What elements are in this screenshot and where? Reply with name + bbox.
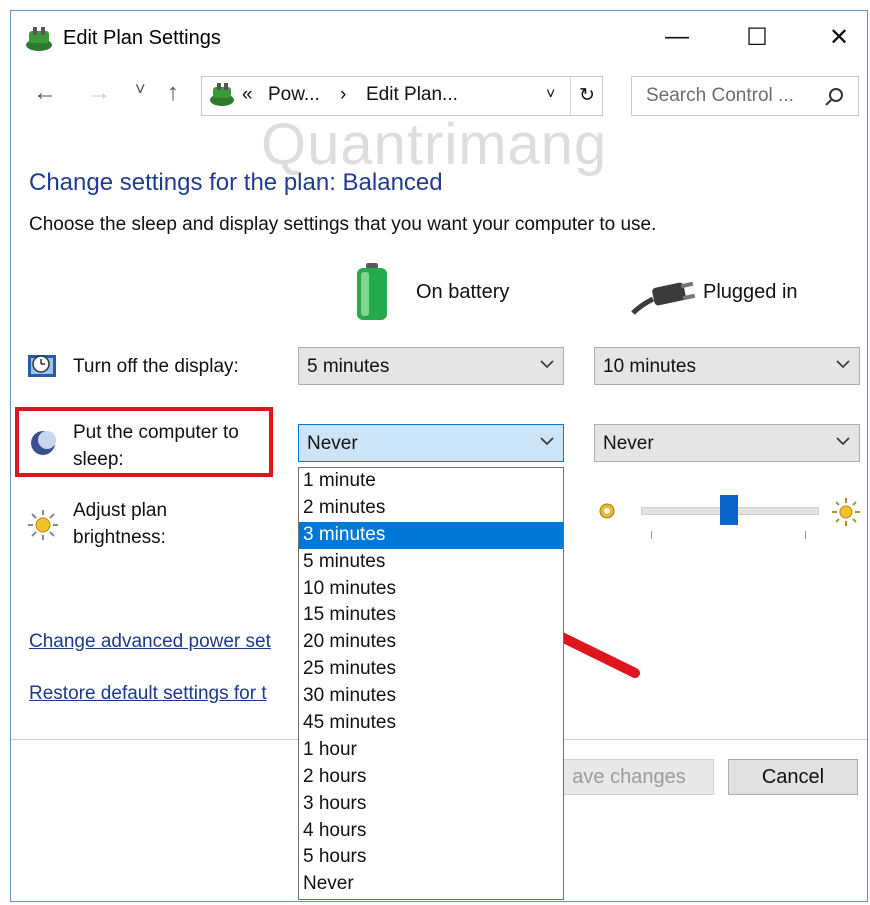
- sleep-timeout-dropdown-list[interactable]: 1 minute 2 minutes 3 minutes 5 minutes 10 mi…: [298, 467, 564, 900]
- dropdown-option[interactable]: 1 hour: [299, 737, 563, 764]
- edit-plan-settings-window: Edit Plan Settings — ☐ ✕ ← → ˅ ↑ « Pow..…: [10, 10, 868, 902]
- advanced-power-settings-link[interactable]: Change advanced power set: [29, 631, 271, 653]
- close-button[interactable]: ✕: [817, 15, 861, 59]
- sleep-battery-select[interactable]: Never: [298, 424, 564, 462]
- refresh-icon[interactable]: ↻: [579, 84, 595, 107]
- dropdown-option[interactable]: Never: [299, 871, 563, 898]
- display-plugged-value: 10 minutes: [603, 356, 696, 377]
- brightness-slider-thumb[interactable]: [720, 495, 738, 525]
- up-button[interactable]: ↑: [167, 79, 179, 107]
- page-heading: Change settings for the plan: Balanced: [29, 169, 443, 196]
- address-dropdown-chevron-icon[interactable]: ˅: [546, 86, 555, 104]
- address-overflow-icon[interactable]: «: [242, 84, 253, 106]
- power-plug-icon: [631, 281, 695, 315]
- maximize-button[interactable]: ☐: [735, 15, 779, 59]
- brightness-high-icon: [832, 498, 860, 526]
- dropdown-option[interactable]: 1 minute: [299, 468, 563, 495]
- dropdown-option[interactable]: 5 minutes: [299, 549, 563, 576]
- search-input[interactable]: Search Control ...: [646, 85, 794, 107]
- dropdown-option[interactable]: 45 minutes: [299, 710, 563, 737]
- sleep-moon-icon: [31, 431, 56, 455]
- turn-off-display-label: Turn off the display:: [73, 356, 239, 377]
- save-changes-button[interactable]: ave changes: [544, 759, 714, 795]
- brightness-low-icon: [599, 503, 615, 519]
- dropdown-option[interactable]: 5 hours: [299, 844, 563, 871]
- dropdown-option[interactable]: 4 hours: [299, 818, 563, 845]
- brightness-label-line1: Adjust plan: [73, 500, 168, 521]
- dropdown-option[interactable]: 30 minutes: [299, 683, 563, 710]
- dropdown-option[interactable]: 15 minutes: [299, 602, 563, 629]
- recent-locations-chevron-icon[interactable]: ˅: [135, 79, 146, 100]
- window-title: Edit Plan Settings: [63, 27, 221, 49]
- minimize-button[interactable]: —: [655, 15, 699, 59]
- brightness-label-line2: brightness:: [73, 527, 166, 548]
- slider-tick: [805, 531, 806, 539]
- dropdown-option[interactable]: 2 minutes: [299, 495, 563, 522]
- cancel-button[interactable]: Cancel: [728, 759, 858, 795]
- display-battery-value: 5 minutes: [307, 356, 390, 377]
- forward-button[interactable]: →: [87, 79, 111, 107]
- dropdown-option[interactable]: 3 hours: [299, 791, 563, 818]
- restore-defaults-link[interactable]: Restore default settings for t: [29, 683, 267, 705]
- display-plugged-select[interactable]: 10 minutes: [594, 347, 860, 385]
- address-divider: [570, 77, 571, 115]
- sleep-label-line1: Put the computer to: [73, 422, 239, 443]
- sleep-plugged-value: Never: [603, 433, 654, 454]
- search-icon[interactable]: [824, 87, 844, 107]
- dropdown-option[interactable]: 10 minutes: [299, 576, 563, 603]
- search-box[interactable]: Search Control ...: [631, 76, 859, 116]
- dropdown-option[interactable]: 20 minutes: [299, 629, 563, 656]
- chevron-down-icon: [540, 437, 554, 446]
- plugged-in-label: Plugged in: [703, 281, 798, 303]
- dropdown-option[interactable]: 2 hours: [299, 764, 563, 791]
- slider-tick: [651, 531, 652, 539]
- chevron-down-icon: [836, 437, 850, 446]
- breadcrumb-edit-plan[interactable]: Edit Plan...: [366, 84, 458, 106]
- dropdown-option[interactable]: 25 minutes: [299, 656, 563, 683]
- watermark: Quantrimang: [261, 112, 608, 177]
- power-plan-icon: [26, 27, 52, 51]
- sleep-plugged-select[interactable]: Never: [594, 424, 860, 462]
- on-battery-label: On battery: [416, 281, 510, 303]
- page-description: Choose the sleep and display settings th…: [29, 214, 657, 235]
- display-timeout-icon: [28, 355, 56, 377]
- brightness-sun-icon: [28, 510, 58, 540]
- battery-icon: [357, 263, 387, 320]
- chevron-down-icon: [836, 360, 850, 369]
- address-bar[interactable]: « Pow... › Edit Plan... ˅ ↻: [201, 76, 603, 116]
- breadcrumb-separator-icon[interactable]: ›: [340, 84, 346, 106]
- breadcrumb-power-options[interactable]: Pow...: [268, 84, 320, 106]
- power-options-icon: [210, 83, 234, 106]
- dropdown-option[interactable]: 3 minutes: [299, 521, 563, 549]
- back-button[interactable]: ←: [33, 79, 57, 107]
- sleep-label-line2: sleep:: [73, 449, 124, 470]
- display-battery-select[interactable]: 5 minutes: [298, 347, 564, 385]
- chevron-down-icon: [540, 360, 554, 369]
- sleep-battery-value: Never: [307, 433, 358, 454]
